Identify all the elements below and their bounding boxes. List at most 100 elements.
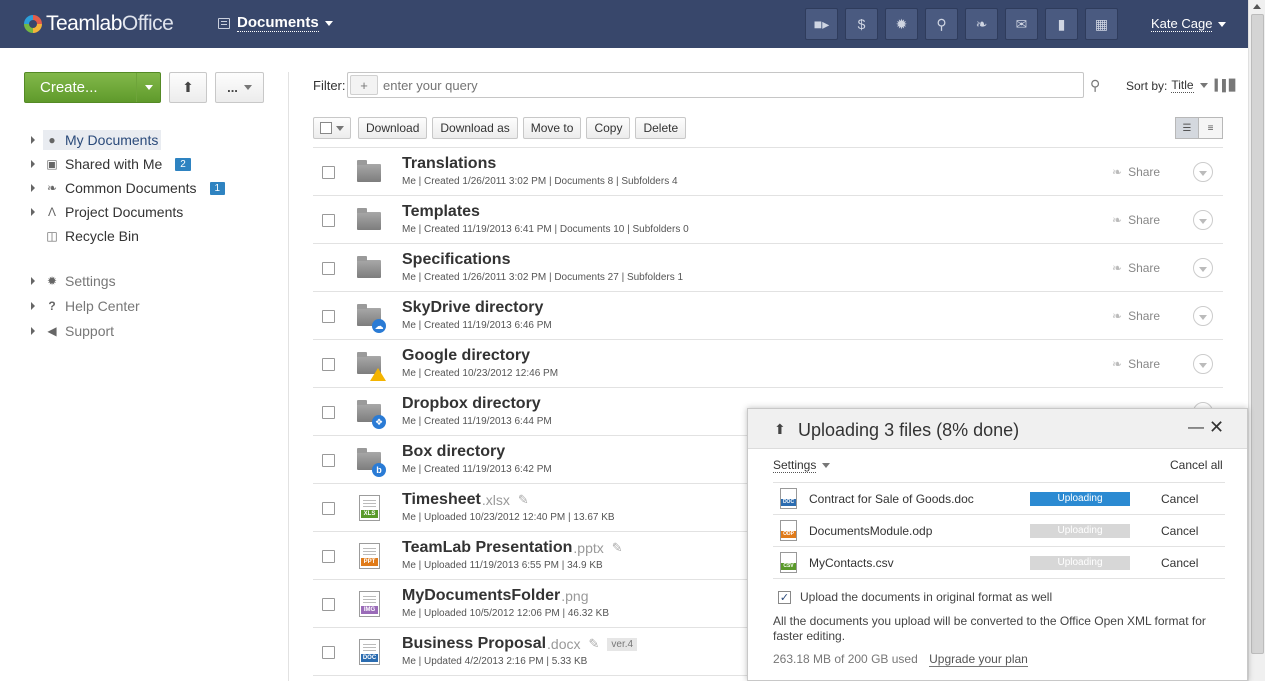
row-checkbox[interactable] — [322, 358, 335, 371]
select-all-checkbox[interactable] — [320, 122, 332, 134]
share-button[interactable]: ❧ Share — [1112, 165, 1160, 179]
mail-icon[interactable]: ✉ — [1005, 8, 1038, 40]
expand-arrow-icon[interactable] — [31, 136, 35, 144]
file-title[interactable]: Specifications — [402, 251, 510, 269]
version-badge[interactable]: ver.4 — [607, 637, 638, 651]
edit-pencil-icon[interactable]: ✎ — [589, 636, 600, 652]
row-menu-button[interactable] — [1193, 258, 1213, 278]
share-button[interactable]: ❧ Share — [1112, 309, 1160, 323]
dollar-icon[interactable]: $ — [845, 8, 878, 40]
share-button[interactable]: ❧ Share — [1112, 213, 1160, 227]
expand-arrow-icon[interactable] — [31, 276, 35, 285]
row-menu-button[interactable] — [1193, 162, 1213, 182]
share-button[interactable]: ❧ Share — [1112, 261, 1160, 275]
file-row[interactable]: Templates Me | Created 11/19/2013 6:41 P… — [313, 196, 1223, 244]
sidebar-item-project-documents[interactable]: Λ Project Documents — [28, 200, 225, 224]
row-checkbox[interactable] — [322, 454, 335, 467]
close-icon[interactable]: ✕ — [1209, 417, 1224, 438]
expand-arrow-icon[interactable] — [31, 301, 35, 310]
sort-by-dropdown[interactable]: Title — [1171, 78, 1194, 93]
search-icon[interactable]: ⚲ — [1090, 77, 1100, 94]
upload-file-name: Contract for Sale of Goods.doc — [809, 492, 974, 506]
row-checkbox[interactable] — [322, 406, 335, 419]
file-title[interactable]: Business Proposal — [402, 635, 546, 653]
more-actions-button[interactable]: ... — [215, 72, 264, 103]
expand-arrow-icon[interactable] — [31, 208, 35, 216]
create-button[interactable]: Create... — [24, 72, 161, 103]
file-title[interactable]: MyDocumentsFolder — [402, 587, 560, 605]
file-title[interactable]: Templates — [402, 203, 480, 221]
download-as-button[interactable]: Download as — [432, 117, 518, 139]
file-row[interactable]: ☁ SkyDrive directory Me | Created 11/19/… — [313, 292, 1223, 340]
file-row[interactable]: Translations Me | Created 1/26/2011 3:02… — [313, 148, 1223, 196]
sidebar-item-common-documents[interactable]: ❧ Common Documents 1 — [28, 176, 226, 200]
move-to-button[interactable]: Move to — [522, 117, 582, 139]
row-menu-button[interactable] — [1193, 306, 1213, 326]
row-checkbox[interactable] — [322, 646, 335, 659]
scroll-thumb[interactable] — [1251, 14, 1264, 654]
row-checkbox[interactable] — [322, 550, 335, 563]
calendar-icon[interactable]: ▦ — [1085, 8, 1118, 40]
video-icon[interactable]: ■▸ — [805, 8, 838, 40]
upload-settings-dropdown[interactable]: Settings — [773, 458, 831, 473]
module-switcher[interactable]: Documents — [218, 14, 333, 32]
file-title[interactable]: TeamLab Presentation — [402, 539, 572, 557]
row-checkbox[interactable] — [322, 166, 335, 179]
sidebar-item-help-center[interactable]: ? Help Center — [28, 293, 225, 318]
compact-view-button[interactable]: ≡ — [1199, 117, 1223, 139]
add-filter-button[interactable]: + — [350, 75, 378, 95]
file-title[interactable]: SkyDrive directory — [402, 299, 543, 317]
row-menu-button[interactable] — [1193, 210, 1213, 230]
feed-icon[interactable]: ❧ — [965, 8, 998, 40]
share-button[interactable]: ❧ Share — [1112, 357, 1160, 371]
select-all-dropdown[interactable] — [313, 117, 351, 139]
expand-arrow-icon[interactable] — [31, 184, 35, 192]
sidebar-item-settings[interactable]: ✹ Settings — [28, 268, 225, 293]
row-checkbox[interactable] — [322, 310, 335, 323]
row-checkbox[interactable] — [322, 598, 335, 611]
expand-arrow-icon[interactable] — [31, 160, 35, 168]
sort-order-icon[interactable]: ▍▌▊ — [1215, 79, 1238, 92]
file-title[interactable]: Google directory — [402, 347, 530, 365]
file-title[interactable]: Timesheet — [402, 491, 481, 509]
list-view-button[interactable]: ☰ — [1175, 117, 1199, 139]
file-row[interactable]: Google directory Me | Created 10/23/2012… — [313, 340, 1223, 388]
search-icon[interactable]: ⚲ — [925, 8, 958, 40]
edit-pencil-icon[interactable]: ✎ — [518, 492, 529, 508]
row-menu-button[interactable] — [1193, 354, 1213, 374]
filter-input[interactable] — [383, 77, 1063, 93]
settings-icon[interactable]: ✹ — [885, 8, 918, 40]
edit-pencil-icon[interactable]: ✎ — [612, 540, 623, 556]
cancel-upload-button[interactable]: Cancel — [1161, 556, 1198, 570]
download-button[interactable]: Download — [358, 117, 428, 139]
teamlab-logo[interactable]: TeamlabOffice — [24, 11, 174, 37]
sidebar-item-support[interactable]: ◀ Support — [28, 318, 225, 343]
file-title[interactable]: Dropbox directory — [402, 395, 541, 413]
row-checkbox[interactable] — [322, 214, 335, 227]
cancel-upload-button[interactable]: Cancel — [1161, 492, 1198, 506]
vertical-scrollbar[interactable] — [1248, 0, 1265, 681]
file-title[interactable]: Box directory — [402, 443, 505, 461]
row-checkbox[interactable] — [322, 502, 335, 515]
row-checkbox[interactable] — [322, 262, 335, 275]
copy-button[interactable]: Copy — [586, 117, 631, 139]
chat-icon[interactable]: ▮ — [1045, 8, 1078, 40]
minimize-icon[interactable]: — — [1188, 419, 1204, 437]
delete-button[interactable]: Delete — [635, 117, 687, 139]
sidebar-item-my-documents[interactable]: ● My Documents — [28, 128, 225, 152]
user-menu[interactable]: Kate Cage — [1151, 16, 1227, 32]
upgrade-plan-link[interactable]: Upgrade your plan — [929, 652, 1028, 667]
original-format-checkbox[interactable]: ✓ — [778, 590, 791, 604]
cancel-upload-button[interactable]: Cancel — [1161, 524, 1198, 538]
sidebar-item-recycle-bin[interactable]: ◫ Recycle Bin — [28, 224, 225, 248]
scroll-up-icon[interactable] — [1253, 4, 1261, 9]
expand-arrow-icon[interactable] — [31, 326, 35, 335]
file-row[interactable]: Specifications Me | Created 1/26/2011 3:… — [313, 244, 1223, 292]
chevron-down-icon[interactable] — [1199, 83, 1208, 88]
upload-button[interactable]: ⬆ — [169, 72, 207, 103]
original-format-option[interactable]: ✓ Upload the documents in original forma… — [778, 590, 1052, 604]
create-dropdown-toggle[interactable] — [136, 73, 160, 102]
file-title[interactable]: Translations — [402, 155, 496, 173]
cancel-all-button[interactable]: Cancel all — [1170, 458, 1223, 472]
sidebar-item-shared-with-me[interactable]: ▣ Shared with Me 2 — [28, 152, 225, 176]
